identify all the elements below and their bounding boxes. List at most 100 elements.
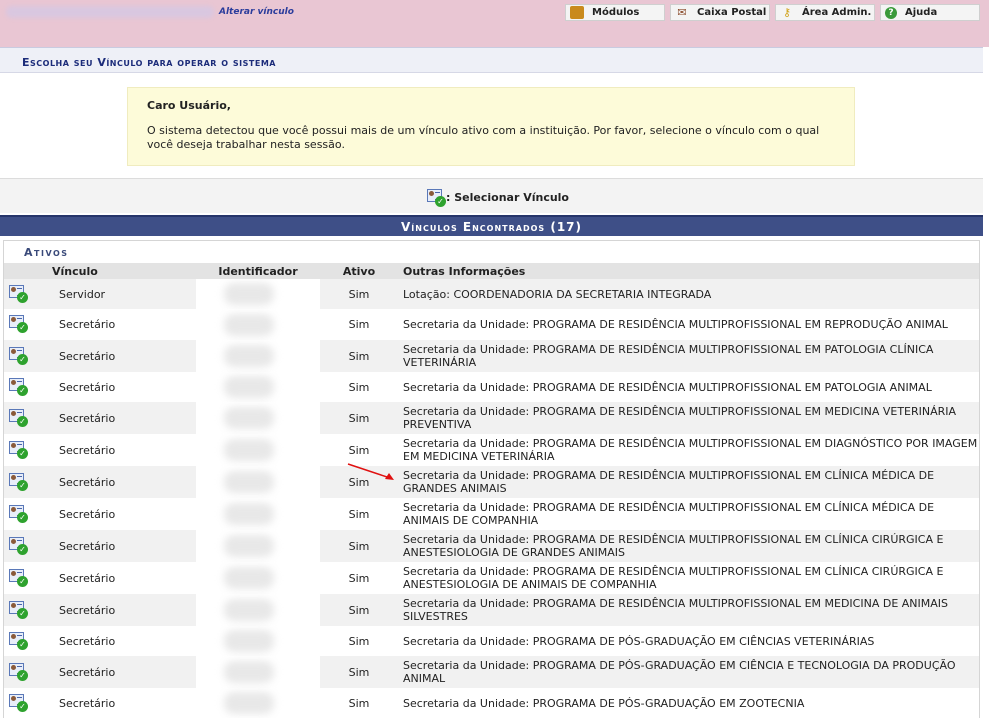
ativo-cell: Sim [320,530,398,562]
ativo-cell: Sim [320,594,398,626]
ativo-cell: Sim [320,626,398,656]
vinculo-cell: Secretário [52,656,196,688]
identificador-cell [196,402,320,434]
identificador-redacted [224,345,274,367]
ativo-cell: Sim [320,656,398,688]
outras-informacoes-cell: Secretaria da Unidade: PROGRAMA DE RESID… [398,466,979,498]
table-row[interactable]: ✓ Secretário Sim Secretaria da Unidade: PRO… [4,594,979,626]
select-vinculo-icon[interactable]: ✓ [8,408,28,427]
ativo-cell: Sim [320,688,398,718]
group-title: Ativos [24,246,69,259]
select-vinculo-cell[interactable]: ✓ [4,656,52,688]
table-header-row: Vínculo Identificador Ativo Outras Infor… [4,263,979,279]
select-vinculo-cell[interactable]: ✓ [4,562,52,594]
table-row[interactable]: ✓ Secretário Sim Secretaria da Unidade: PRO… [4,402,979,434]
notice-text: O sistema detectou que você possui mais … [147,124,820,151]
select-vinculo-icon[interactable]: ✓ [8,472,28,491]
select-vinculo-cell[interactable]: ✓ [4,688,52,718]
select-vinculo-icon[interactable]: ✓ [8,693,28,712]
select-vinculo-cell[interactable]: ✓ [4,626,52,656]
identificador-cell [196,466,320,498]
ativo-cell: Sim [320,372,398,402]
ativo-cell: Sim [320,402,398,434]
table-row[interactable]: ✓ Secretário Sim Secretaria da Unidade: PRO… [4,656,979,688]
outras-informacoes-cell: Secretaria da Unidade: PROGRAMA DE RESID… [398,562,979,594]
vinculo-cell: Secretário [52,402,196,434]
table-row[interactable]: ✓ Servidor Sim Lotação: COORDENADORIA DA SE… [4,279,979,309]
notice-heading: Caro Usuário, [147,99,231,112]
vinculo-cell: Servidor [52,279,196,309]
admin-area-label: Área Admin. [802,7,872,18]
identificador-redacted [224,313,274,336]
outras-informacoes-cell: Secretaria da Unidade: PROGRAMA DE RESID… [398,530,979,562]
outras-informacoes-cell: Secretaria da Unidade: PROGRAMA DE RESID… [398,434,979,466]
select-vinculo-cell[interactable]: ✓ [4,466,52,498]
select-vinculo-icon[interactable]: ✓ [8,377,28,396]
select-vinculo-cell[interactable]: ✓ [4,340,52,372]
vinculo-cell: Secretário [52,340,196,372]
table-row[interactable]: ✓ Secretário Sim Secretaria da Unidade: PRO… [4,498,979,530]
top-bar: Alterar vínculo Módulos ✉ Caixa Postal ⚷… [0,0,989,47]
select-vinculo-cell[interactable]: ✓ [4,309,52,340]
select-vinculo-icon[interactable]: ✓ [8,314,28,333]
help-icon: ? [885,6,897,19]
column-header-outras-informacoes: Outras Informações [398,263,979,279]
select-vinculo-icon[interactable]: ✓ [8,346,28,365]
identificador-redacted [224,599,274,621]
select-vinculo-cell[interactable]: ✓ [4,530,52,562]
select-vinculo-icon[interactable]: ✓ [8,568,28,587]
select-vinculo-icon[interactable]: ✓ [8,284,28,303]
vinculo-cell: Secretário [52,372,196,402]
modules-icon [570,6,584,19]
select-vinculo-cell[interactable]: ✓ [4,402,52,434]
vinculo-cell: Secretário [52,309,196,340]
identificador-cell [196,656,320,688]
identificador-cell [196,498,320,530]
identificador-redacted [224,503,274,525]
table-row[interactable]: ✓ Secretário Sim Secretaria da Unidade: PRO… [4,530,979,562]
table-row[interactable]: ✓ Secretário Sim Secretaria da Unidade: PRO… [4,626,979,656]
select-vinculo-icon[interactable]: ✓ [8,536,28,555]
select-vinculo-cell[interactable]: ✓ [4,372,52,402]
table-row[interactable]: ✓ Secretário Sim Secretaria da Unidade: PRO… [4,372,979,402]
outras-informacoes-cell: Secretaria da Unidade: PROGRAMA DE RESID… [398,594,979,626]
mailbox-button[interactable]: ✉ Caixa Postal [670,4,770,21]
ativo-cell: Sim [320,340,398,372]
legend-bar: ✓ : Selecionar Vínculo [0,178,983,213]
help-button[interactable]: ? Ajuda [880,4,980,21]
select-vinculo-cell[interactable]: ✓ [4,498,52,530]
table-row[interactable]: ✓ Secretário Sim Secretaria da Unidade: PRO… [4,434,979,466]
identificador-redacted [224,471,274,493]
column-header-ativo: Ativo [320,263,398,279]
identificador-cell [196,279,320,309]
mailbox-icon: ✉ [677,6,687,19]
outras-informacoes-cell: Secretaria da Unidade: PROGRAMA DE PÓS-G… [398,688,979,718]
vinculo-cell: Secretário [52,466,196,498]
table-row[interactable]: ✓ Secretário Sim Secretaria da Unidade: PRO… [4,562,979,594]
ativo-cell: Sim [320,498,398,530]
select-vinculo-cell[interactable]: ✓ [4,434,52,466]
select-vinculo-icon[interactable]: ✓ [8,662,28,681]
page-title: Escolha seu Vínculo para operar o sistem… [22,56,276,69]
table-row[interactable]: ✓ Secretário Sim Secretaria da Unidade: PRO… [4,466,979,498]
identificador-cell [196,372,320,402]
change-vinculo-link[interactable]: Alterar vínculo [219,7,294,17]
select-vinculo-cell[interactable]: ✓ [4,594,52,626]
vinculos-box: Ativos Vínculo Identificador Ativo Outra… [3,240,980,718]
table-row[interactable]: ✓ Secretário Sim Secretaria da Unidade: PRO… [4,309,979,340]
select-vinculo-icon[interactable]: ✓ [8,600,28,619]
select-vinculo-cell[interactable]: ✓ [4,279,52,309]
vinculo-cell: Secretário [52,434,196,466]
select-vinculo-icon[interactable]: ✓ [8,440,28,459]
outras-informacoes-cell: Secretaria da Unidade: PROGRAMA DE PÓS-G… [398,656,979,688]
select-vinculo-icon[interactable]: ✓ [8,631,28,650]
table-row[interactable]: ✓ Secretário Sim Secretaria da Unidade: PRO… [4,688,979,718]
identificador-cell [196,688,320,718]
select-vinculo-icon[interactable]: ✓ [8,504,28,523]
vinculo-cell: Secretário [52,498,196,530]
help-label: Ajuda [905,7,938,18]
modules-button[interactable]: Módulos [565,4,665,21]
table-row[interactable]: ✓ Secretário Sim Secretaria da Unidade: PRO… [4,340,979,372]
vinculos-table: Vínculo Identificador Ativo Outras Infor… [4,263,979,718]
admin-area-button[interactable]: ⚷ Área Admin. [775,4,875,21]
